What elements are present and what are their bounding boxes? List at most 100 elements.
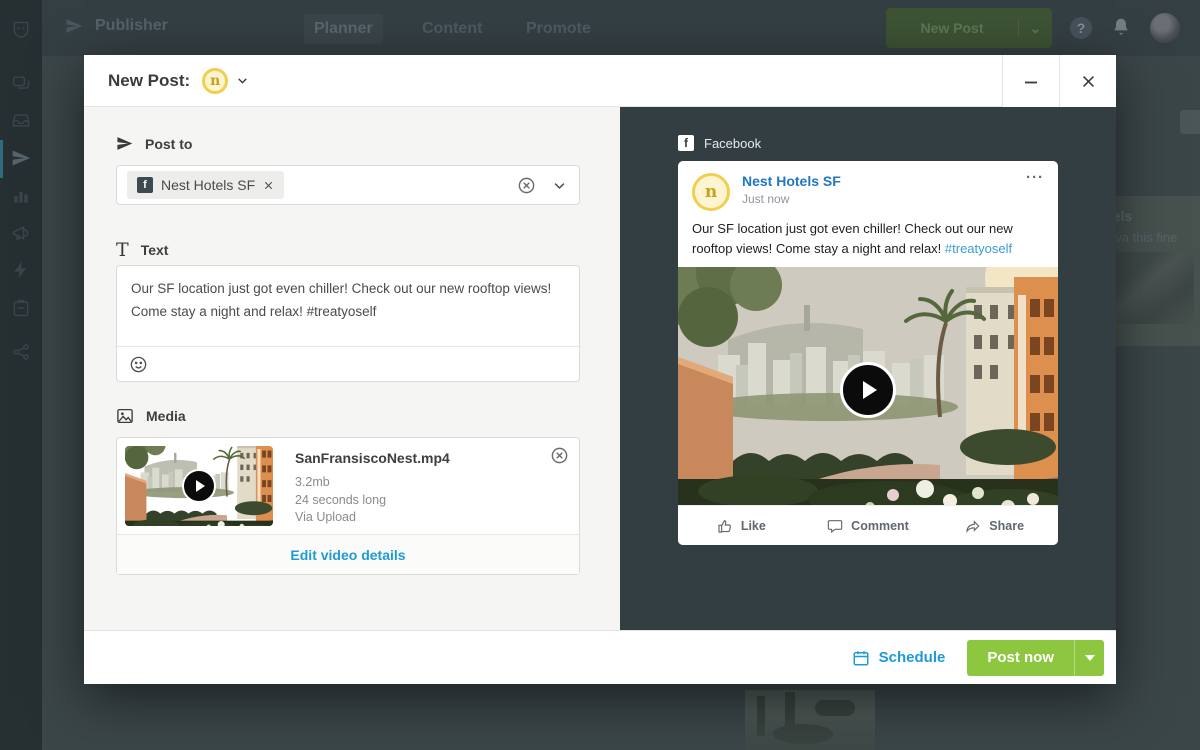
preview-video: [678, 267, 1058, 513]
share-label: Share: [989, 519, 1024, 533]
account-chip-label: Nest Hotels SF: [161, 177, 255, 193]
post-to-select[interactable]: f Nest Hotels SF: [116, 165, 580, 205]
page-avatar: n: [692, 173, 730, 211]
sidebar-active-indicator: [0, 140, 3, 178]
media-item: SanFransiscoNest.mp4 3.2mb 24 seconds lo…: [117, 438, 579, 534]
play-button[interactable]: [182, 469, 216, 503]
tab-content[interactable]: Content: [412, 14, 492, 44]
media-file-name: SanFransiscoNest.mp4: [295, 450, 450, 466]
background-planner-card: tels ava this fine: [1104, 196, 1200, 346]
caret-down-icon: [1085, 655, 1095, 661]
background-card-text: ava this fine: [1108, 230, 1177, 245]
close-button[interactable]: [1059, 55, 1116, 107]
chevron-down-icon[interactable]: ⌄: [1018, 20, 1052, 37]
chevron-down-icon[interactable]: [552, 178, 567, 193]
close-icon: [1080, 73, 1097, 90]
emoji-row: [117, 347, 579, 381]
topbar-new-post-button[interactable]: New Post ⌄: [886, 8, 1052, 48]
brand-label: Publisher: [95, 17, 168, 35]
like-label: Like: [741, 519, 766, 533]
remove-chip-icon[interactable]: [263, 180, 274, 191]
post-now-button[interactable]: Post now: [967, 640, 1074, 676]
play-button[interactable]: [840, 362, 896, 418]
preview-post-text: Our SF location just got even chiller! C…: [678, 211, 1058, 258]
post-now-options-button[interactable]: [1074, 640, 1104, 676]
app-brand: Publisher: [65, 17, 168, 35]
topbar-new-post-label: New Post: [886, 20, 1018, 36]
sidebar-item-publisher[interactable]: [11, 148, 31, 168]
facebook-icon: f: [137, 177, 153, 193]
preview-pane: f Facebook n Nest Hotels SF Just now ···…: [620, 107, 1116, 630]
share-action: Share: [931, 518, 1058, 534]
media-card-footer: Edit video details: [117, 534, 579, 574]
thumbs-up-icon: [717, 518, 733, 534]
account-avatar: n: [202, 68, 228, 94]
tab-planner[interactable]: Planner: [304, 14, 383, 44]
remove-media-button[interactable]: [550, 446, 569, 470]
background-badge: [1180, 110, 1200, 134]
text-label: Text: [141, 242, 169, 258]
modal-header: New Post: n: [84, 55, 1116, 107]
network-name: Facebook: [704, 136, 761, 151]
paper-plane-icon: [65, 17, 83, 35]
paper-plane-icon: [116, 135, 133, 152]
account-selector[interactable]: n: [202, 68, 249, 94]
sidebar-item-inbox[interactable]: [11, 110, 31, 130]
app-root: Publisher Planner Content Promote New Po…: [0, 0, 1200, 750]
tab-promote[interactable]: Promote: [516, 14, 601, 44]
post-now-split-button: Post now: [967, 640, 1104, 676]
text-section-label: T Text: [116, 239, 168, 261]
schedule-label: Schedule: [879, 649, 946, 666]
text-composer: Our SF location just got even chiller! C…: [116, 265, 580, 382]
chevron-down-icon: [236, 74, 249, 87]
help-button[interactable]: ?: [1070, 17, 1092, 39]
emoji-picker-icon[interactable]: [129, 355, 148, 374]
modal-title: New Post:: [108, 71, 190, 91]
media-file-size: 3.2mb: [295, 474, 450, 492]
media-icon: [116, 407, 134, 425]
media-section-label: Media: [116, 407, 186, 425]
schedule-button[interactable]: Schedule: [852, 649, 946, 667]
modal-footer: Schedule Post now: [84, 630, 1116, 684]
clear-all-icon[interactable]: [517, 176, 536, 195]
sidebar-item-analytics[interactable]: [11, 186, 31, 206]
select-controls: [517, 176, 567, 195]
media-source: Via Upload: [295, 509, 450, 527]
media-card: SanFransiscoNest.mp4 3.2mb 24 seconds lo…: [116, 437, 580, 575]
facebook-icon: f: [678, 135, 694, 151]
account-chip[interactable]: f Nest Hotels SF: [127, 171, 284, 199]
media-label: Media: [146, 408, 186, 424]
comment-label: Comment: [851, 519, 909, 533]
composer-pane: Post to f Nest Hotels SF T Text Our SF l…: [84, 107, 620, 630]
notifications-bell-icon[interactable]: [1111, 17, 1131, 37]
like-action: Like: [678, 518, 805, 534]
sidebar-item-work-queue[interactable]: [11, 298, 31, 318]
edit-video-details-link[interactable]: Edit video details: [290, 547, 405, 563]
media-duration: 24 seconds long: [295, 492, 450, 510]
sidebar-item-promote[interactable]: [11, 223, 31, 243]
preview-network-label: f Facebook: [678, 135, 761, 151]
post-text-input[interactable]: Our SF location just got even chiller! C…: [117, 266, 579, 347]
preview-post-header: n Nest Hotels SF Just now ···: [678, 161, 1058, 211]
new-post-modal: New Post: n Post to f Nest Hotels SF: [84, 55, 1116, 684]
background-photo: [745, 690, 875, 750]
sidebar: [0, 0, 42, 750]
sidebar-item-automation[interactable]: [11, 260, 31, 280]
minimize-button[interactable]: [1002, 55, 1059, 107]
video-thumbnail: [125, 446, 273, 526]
post-to-section-label: Post to: [116, 135, 192, 152]
text-icon: T: [116, 239, 129, 261]
remove-media-icon: [550, 446, 569, 465]
post-timestamp: Just now: [742, 192, 841, 206]
sidebar-item-integrations[interactable]: [11, 342, 31, 362]
minimize-icon: [1022, 72, 1040, 90]
user-avatar[interactable]: [1150, 13, 1180, 43]
share-icon: [965, 518, 981, 534]
app-logo-icon[interactable]: [11, 20, 31, 40]
calendar-icon: [852, 649, 870, 667]
media-info: SanFransiscoNest.mp4 3.2mb 24 seconds lo…: [273, 446, 450, 526]
post-options-icon: ···: [1026, 169, 1044, 186]
post-hashtag: #treatyoself: [945, 241, 1012, 256]
sidebar-item-conversations[interactable]: [11, 73, 31, 93]
topbar: Publisher Planner Content Promote New Po…: [42, 0, 1200, 56]
